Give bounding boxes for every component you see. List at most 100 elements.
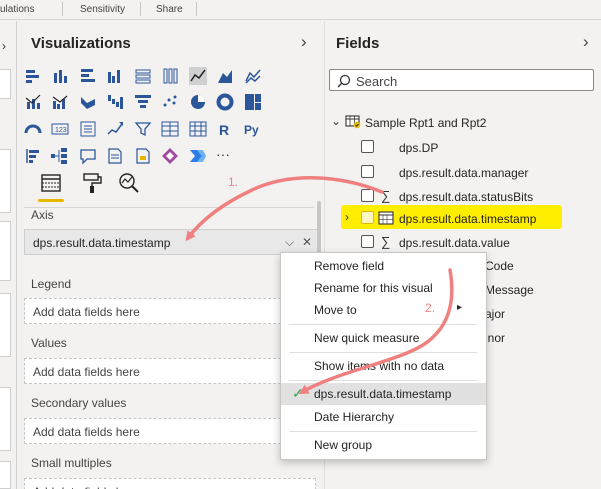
multi-row-card-icon[interactable] [79, 120, 97, 138]
field-checkbox[interactable] [361, 165, 374, 178]
key-influencers-icon[interactable] [24, 147, 42, 165]
field-row[interactable]: dps.DP [361, 138, 591, 158]
card-icon[interactable]: 123 [51, 120, 69, 138]
qa-visual-icon[interactable] [79, 147, 97, 165]
table-node[interactable]: ⌄ Sample Rpt1 and Rpt2 [331, 113, 591, 133]
chevron-down-icon[interactable]: ⌵ [285, 235, 294, 250]
field-name: dps.result.data.manager [399, 166, 529, 180]
menu-item-move-to[interactable]: Move to ▸ [281, 299, 486, 321]
field-checkbox-checked[interactable] [361, 211, 374, 224]
clustered-column-chart-icon[interactable] [106, 67, 124, 85]
100-stacked-column-chart-icon[interactable] [161, 67, 179, 85]
axis-field-chip[interactable]: dps.result.data.timestamp ⌵ ✕ [24, 229, 318, 255]
paginated-report-icon[interactable] [134, 147, 152, 165]
filter-card[interactable] [0, 69, 11, 99]
menu-item-new-group[interactable]: New group [281, 434, 486, 456]
format-paint-roller-icon[interactable] [81, 172, 103, 194]
power-automate-icon[interactable] [189, 147, 207, 165]
field-row[interactable]: ∑ dps.result.data.value [361, 233, 591, 253]
ribbon-tab-share[interactable]: Share [156, 4, 183, 15]
chevron-right-icon[interactable]: › [345, 210, 349, 224]
fields-title: Fields [336, 35, 380, 52]
slicer-icon[interactable] [134, 120, 152, 138]
smart-narrative-icon[interactable] [106, 147, 124, 165]
close-icon[interactable]: ✕ [302, 235, 312, 249]
menu-item-rename[interactable]: Rename for this visual [281, 277, 486, 299]
fields-well-icon[interactable] [40, 172, 62, 194]
field-checkbox[interactable] [361, 140, 374, 153]
collapse-visualizations-chevron-icon[interactable]: › [301, 32, 307, 52]
menu-item-remove-field[interactable]: Remove field [281, 255, 486, 277]
ribbon-separator [140, 2, 141, 16]
menu-separator [289, 380, 477, 381]
svg-text:123: 123 [55, 127, 67, 134]
menu-separator [289, 324, 477, 325]
search-icon [337, 74, 351, 88]
power-apps-icon[interactable] [161, 147, 179, 165]
gauge-icon[interactable] [24, 120, 42, 138]
clustered-bar-chart-icon[interactable] [79, 67, 97, 85]
field-name: dps.result.data.statusBits [399, 190, 534, 204]
100-stacked-bar-chart-icon[interactable] [134, 67, 152, 85]
legend-label: Legend [31, 277, 72, 291]
field-checkbox[interactable] [361, 235, 374, 248]
ribbon-tab-sensitivity[interactable]: Sensitivity [80, 4, 125, 15]
small-multiples-drop-well[interactable]: Add data fields here [24, 478, 316, 489]
scatter-chart-icon[interactable] [161, 93, 179, 111]
ribbon-chart-icon[interactable] [79, 93, 97, 111]
secondary-values-label: Secondary values [31, 396, 127, 410]
analytics-magnifier-icon[interactable] [118, 172, 140, 194]
legend-drop-well[interactable]: Add data fields here [24, 298, 316, 324]
r-script-visual-icon[interactable]: R [216, 120, 234, 138]
decomposition-tree-icon[interactable] [51, 147, 69, 165]
filter-card[interactable] [0, 293, 11, 357]
filter-card[interactable] [0, 461, 11, 489]
ribbon-tab-visualizations[interactable]: ulations [0, 4, 34, 15]
table-icon[interactable] [161, 120, 179, 138]
field-checkbox[interactable] [361, 189, 374, 202]
kpi-icon[interactable] [106, 120, 124, 138]
treemap-icon[interactable] [244, 93, 262, 111]
matrix-icon[interactable] [189, 120, 207, 138]
donut-chart-icon[interactable] [216, 93, 234, 111]
stacked-area-chart-icon[interactable] [244, 67, 262, 85]
field-row-timestamp[interactable]: › dps.result.data.timestamp [345, 209, 585, 229]
area-chart-icon[interactable] [216, 67, 234, 85]
waterfall-chart-icon[interactable] [106, 93, 124, 111]
calendar-icon [378, 211, 394, 225]
field-name-fragment: inor [485, 331, 506, 345]
svg-text:R: R [219, 122, 229, 138]
chevron-right-icon[interactable]: › [2, 39, 6, 53]
menu-item-show-items-no-data[interactable]: Show items with no data [281, 355, 486, 377]
chevron-down-icon[interactable]: ⌄ [331, 114, 341, 128]
secondary-values-drop-well[interactable]: Add data fields here [24, 418, 316, 444]
menu-separator [289, 352, 477, 353]
ribbon-separator [196, 2, 197, 16]
filter-card[interactable] [0, 387, 11, 451]
menu-item-date-hierarchy[interactable]: Date Hierarchy [281, 406, 486, 428]
sigma-icon: ∑ [381, 234, 391, 249]
line-and-clustered-column-icon[interactable] [51, 93, 69, 111]
line-and-stacked-column-icon[interactable] [24, 93, 42, 111]
visualizations-title: Visualizations [31, 35, 131, 52]
line-chart-icon[interactable] [189, 67, 207, 85]
menu-item-new-quick-measure[interactable]: New quick measure [281, 327, 486, 349]
field-name: dps.DP [399, 141, 439, 155]
stacked-column-chart-icon[interactable] [51, 67, 69, 85]
stacked-bar-chart-icon[interactable] [24, 67, 42, 85]
filter-card[interactable] [0, 221, 11, 281]
fields-search-input[interactable]: Search [329, 69, 594, 91]
field-row[interactable]: ∑ dps.result.data.statusBits [361, 187, 591, 207]
field-name-fragment: ajor [485, 307, 506, 321]
field-row[interactable]: dps.result.data.manager [361, 163, 591, 183]
svg-text:Py: Py [244, 123, 259, 137]
menu-item-field-name[interactable]: ✓ dps.result.data.timestamp [281, 383, 486, 405]
funnel-chart-icon[interactable] [134, 93, 152, 111]
more-visuals-icon[interactable]: ··· [216, 147, 234, 165]
values-drop-well[interactable]: Add data fields here [24, 358, 316, 384]
filter-card[interactable] [0, 149, 11, 213]
collapse-fields-chevron-icon[interactable]: › [583, 32, 589, 52]
menu-item-label: dps.result.data.timestamp [314, 387, 452, 401]
pie-chart-icon[interactable] [189, 93, 207, 111]
python-visual-icon[interactable]: Py [244, 120, 262, 138]
